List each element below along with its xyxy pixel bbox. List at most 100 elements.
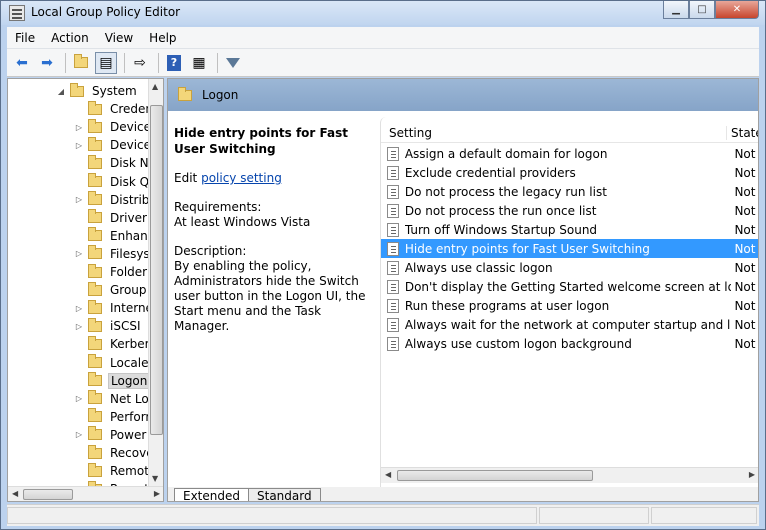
toolbar: ⬅ ➡ ▤ ⇨ ? ▦ [7, 49, 759, 77]
menu-view[interactable]: View [97, 31, 141, 45]
description-text: By enabling the policy, Administrators h… [174, 259, 366, 333]
minimize-button[interactable]: ▁ [663, 1, 689, 19]
tab-extended[interactable]: Extended [174, 488, 249, 501]
tree-item[interactable]: Disk Quotas [74, 173, 148, 191]
setting-state: Not configured [734, 165, 758, 180]
column-header-setting[interactable]: Setting [381, 125, 727, 140]
collapsed-arrow-icon[interactable]: ▷ [74, 123, 84, 132]
up-folder-icon[interactable] [70, 52, 92, 74]
tree-item[interactable]: Logon [74, 372, 148, 390]
collapsed-arrow-icon[interactable]: ▷ [74, 394, 84, 403]
list-item[interactable]: Hide entry points for Fast User Switchin… [381, 239, 758, 258]
column-header-state[interactable]: State [727, 126, 758, 140]
list-item[interactable]: Always wait for the network at computer … [381, 315, 758, 334]
menu-action[interactable]: Action [43, 31, 97, 45]
list-item[interactable]: Turn off Windows Startup Sound Not config… [381, 220, 758, 239]
scroll-left-icon[interactable]: ◀ [385, 470, 391, 479]
scroll-right-icon[interactable]: ▶ [749, 470, 755, 479]
filter-icon[interactable] [222, 52, 244, 74]
scroll-thumb[interactable] [397, 470, 593, 481]
policy-setting-icon [387, 203, 399, 218]
list-horizontal-scrollbar[interactable]: ◀ ▶ [381, 467, 758, 483]
toolbar-separator [124, 52, 125, 73]
scroll-thumb[interactable] [150, 105, 163, 435]
policy-setting-icon [387, 241, 399, 256]
folder-icon [88, 136, 102, 151]
tree-horizontal-scrollbar[interactable]: ◀ ▶ [8, 486, 163, 501]
collapsed-arrow-icon[interactable]: ▷ [74, 249, 84, 258]
export-list-icon[interactable]: ⇨ [129, 52, 151, 74]
scroll-right-icon[interactable]: ▶ [154, 489, 160, 498]
tree-item[interactable]: Remote Assistance [74, 462, 148, 480]
edit-policy-link[interactable]: policy setting [201, 171, 282, 185]
tree-item[interactable]: Credentials Delegation [74, 100, 148, 118]
folder-icon [88, 372, 102, 387]
tree-item[interactable]: Locale Services [74, 354, 148, 372]
list-rows: Assign a default domain for logon Not con… [381, 144, 758, 353]
collapsed-arrow-icon[interactable]: ▷ [74, 322, 84, 331]
list-item[interactable]: Always use custom logon background Not co… [381, 334, 758, 353]
menu-file[interactable]: File [7, 31, 43, 45]
tree-item[interactable]: ▷ Net Logon [74, 390, 148, 408]
close-button[interactable]: ✕ [715, 1, 759, 19]
status-bar [7, 504, 759, 526]
tree-item[interactable]: Recovery [74, 444, 148, 462]
list-item[interactable]: Assign a default domain for logon Not con… [381, 144, 758, 163]
forward-icon[interactable]: ➡ [36, 52, 58, 74]
maximize-button[interactable]: □ [689, 1, 715, 19]
collapsed-arrow-icon[interactable]: ▷ [74, 430, 84, 439]
menu-help[interactable]: Help [141, 31, 184, 45]
show-hide-tree-icon[interactable]: ▤ [95, 51, 117, 74]
tree-item[interactable]: Performance Control Panel [74, 408, 148, 426]
tree-item[interactable]: ▷ Distributed COM [74, 191, 148, 209]
tree-item[interactable]: Folder Redirection [74, 263, 148, 281]
tree-item-label: Disk NV Cache [110, 156, 148, 171]
tree-item[interactable]: ▷ Power Management [74, 426, 148, 444]
view-tabs: Extended Standard [168, 487, 758, 501]
tree-item[interactable]: ▷ Device Redirection [74, 136, 148, 154]
tree-item[interactable]: Driver Installation [74, 209, 148, 227]
tree-item-label: Remote Assistance [110, 464, 148, 479]
tree-item[interactable]: ▷ iSCSI [74, 317, 143, 335]
policy-setting-icon [387, 165, 399, 180]
properties-icon[interactable]: ▦ [188, 52, 210, 74]
collapsed-arrow-icon[interactable]: ▷ [74, 304, 84, 313]
list-item[interactable]: Always use classic logon Not configured [381, 258, 758, 277]
scroll-up-icon[interactable]: ▲ [152, 82, 158, 91]
expanded-arrow-icon[interactable]: ◢ [56, 87, 66, 96]
tree-vertical-scrollbar[interactable]: ▲ ▼ [148, 79, 163, 486]
collapsed-arrow-icon[interactable]: ▷ [74, 141, 84, 150]
setting-name: Always wait for the network at computer … [404, 317, 732, 332]
folder-icon [88, 299, 102, 314]
tree-item[interactable]: Enhanced Storage Access [74, 227, 148, 245]
list-item[interactable]: Run these programs at user logon Not conf… [381, 296, 758, 315]
policy-setting-icon [387, 222, 399, 237]
description-panel: Hide entry points for Fast User Switchin… [168, 111, 378, 487]
list-item[interactable]: Don't display the Getting Started welcom… [381, 277, 758, 296]
description: Description: By enabling the policy, Admi… [174, 244, 372, 334]
scroll-down-icon[interactable]: ▼ [152, 474, 158, 483]
tree-item[interactable]: Group Policy [74, 281, 148, 299]
list-item[interactable]: Do not process the legacy run list Not co… [381, 182, 758, 201]
tree-item-label: Distributed COM [110, 192, 148, 207]
tab-standard[interactable]: Standard [248, 488, 321, 501]
tree-item[interactable]: ▷ Internet Communication Management [74, 299, 148, 317]
back-icon[interactable]: ⬅ [11, 52, 33, 74]
tree-item[interactable]: ▷ Filesystem [74, 245, 148, 263]
list-item[interactable]: Exclude credential providers Not configur… [381, 163, 758, 182]
folder-icon [88, 100, 102, 115]
scroll-left-icon[interactable]: ◀ [12, 489, 18, 498]
tree-item[interactable]: ◢ System [56, 82, 139, 100]
tree-item[interactable]: Kerberos [74, 335, 148, 353]
folder-icon [88, 209, 102, 224]
folder-header: Logon [168, 79, 758, 111]
setting-name: Don't display the Getting Started welcom… [404, 279, 732, 294]
list-item[interactable]: Do not process the run once list Not conf… [381, 201, 758, 220]
folder-icon [88, 118, 102, 133]
tree-item[interactable]: ▷ Device Installation [74, 118, 148, 136]
tree-item[interactable]: Disk NV Cache [74, 154, 148, 172]
scroll-thumb[interactable] [23, 489, 73, 500]
collapsed-arrow-icon[interactable]: ▷ [74, 195, 84, 204]
help-icon[interactable]: ? [163, 52, 185, 74]
requirements: Requirements: At least Windows Vista [174, 200, 372, 230]
